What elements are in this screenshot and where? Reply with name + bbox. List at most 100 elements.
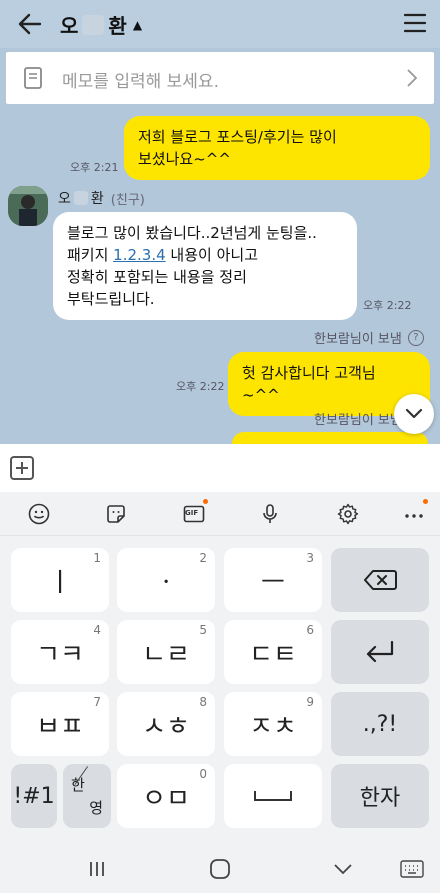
sticker-icon[interactable] (104, 502, 128, 526)
message-text: 내용이 아니고 (165, 246, 258, 264)
recent-apps-icon[interactable] (85, 857, 109, 881)
chat-header: 오 환 ▲ (0, 0, 440, 48)
message-line: 헛 감사합니다 고객님 ~^^ (242, 364, 376, 404)
back-arrow-icon[interactable] (16, 10, 44, 38)
message-time: 오후 2:22 (176, 380, 225, 393)
key-number: 0 (199, 767, 207, 781)
keyboard-switch-icon[interactable] (400, 857, 424, 881)
attach-plus-icon[interactable] (10, 456, 34, 480)
sent-by-text: 한보람님이 보냄 (314, 332, 402, 347)
message-line: 보셨나요~^^ (138, 150, 231, 168)
key-label: ㅡ (261, 567, 285, 598)
message-line: 정확히 포함되는 내용을 정리 (67, 268, 247, 286)
avatar-photo-icon (8, 186, 48, 226)
message-line: 부탁드립니다. (67, 290, 155, 308)
gif-label: GIF (185, 509, 199, 517)
menu-icon[interactable] (404, 12, 426, 34)
redacted-name-part (82, 14, 105, 35)
key-number: 9 (306, 695, 314, 709)
key-3[interactable]: ㅡ 3 (224, 548, 322, 612)
space-icon (254, 791, 292, 801)
key-label: .,?! (362, 711, 398, 737)
chat-title[interactable]: 오 환 ▲ (60, 10, 142, 39)
key-5[interactable]: ㄴㄹ 5 (117, 620, 215, 684)
contact-name-first: 오 (60, 14, 79, 38)
message-link[interactable]: 1.2.3.4 (113, 246, 165, 264)
sender-name-last: 환 (90, 191, 104, 207)
more-options-icon[interactable] (402, 499, 428, 526)
key-label: ㅅㅎ (142, 711, 190, 742)
key-number: 2 (199, 551, 207, 565)
memo-bar[interactable]: 메모를 입력해 보세요. (6, 52, 434, 104)
symbols-key[interactable]: !#1 (11, 764, 57, 828)
key-number: 7 (93, 695, 101, 709)
key-label: ㅇㅁ (142, 783, 190, 814)
expand-caret-icon: ▲ (132, 17, 143, 32)
outgoing-message-partial (232, 432, 428, 444)
backspace-key[interactable] (331, 548, 429, 612)
message-text: 패키지 (67, 246, 114, 264)
sender-name: 오 환 (친구) (58, 188, 145, 208)
key-9[interactable]: ㅈㅊ 9 (224, 692, 322, 756)
incoming-message[interactable]: 블로그 많이 봤습니다..2년넘게 눈팅을.. 패키지 1.2.3.4 내용이 … (53, 212, 357, 320)
outgoing-message-1[interactable]: 저희 블로그 포스팅/후기는 많이 보셨나요~^^ (124, 116, 430, 180)
key-1[interactable]: ㅣ 1 (11, 548, 109, 612)
help-icon[interactable]: ? (407, 329, 424, 346)
settings-gear-icon[interactable] (336, 502, 360, 526)
message-time: 오후 2:21 (70, 161, 119, 174)
space-key[interactable] (224, 764, 322, 828)
key-number: 5 (199, 623, 207, 637)
key-label-bottom: 영 (89, 799, 103, 817)
keyboard: GIF ㅣ 1 ㆍ 2 ㅡ 3 ㄱㅋ 4 ㄴㄹ 5 ㄷㅌ 6 ㅂㅍ 7 ㅅㅎ 8… (0, 492, 440, 893)
key-6[interactable]: ㄷㅌ 6 (224, 620, 322, 684)
scroll-to-bottom-button[interactable] (394, 394, 434, 434)
key-number: 8 (199, 695, 207, 709)
key-label: !#1 (13, 783, 55, 809)
chevron-down-icon (405, 408, 423, 419)
key-label: ㅈㅊ (249, 711, 297, 742)
message-line: 블로그 많이 봤습니다..2년넘게 눈팅을.. (67, 224, 317, 242)
system-nav-bar (0, 843, 440, 893)
message-line: 패키지 1.2.3.4 내용이 아니고 (67, 244, 343, 266)
key-label: ㅂㅍ (36, 711, 84, 742)
key-7[interactable]: ㅂㅍ 7 (11, 692, 109, 756)
key-number: 4 (93, 623, 101, 637)
new-badge-dot (203, 499, 208, 504)
sent-by-note: 한보람님이 보냄 (314, 409, 402, 428)
punctuation-key[interactable]: .,?! (331, 692, 429, 756)
message-input-bar[interactable] (0, 444, 440, 492)
key-4[interactable]: ㄱㅋ 4 (11, 620, 109, 684)
key-label: ㅣ (48, 567, 72, 598)
enter-key[interactable] (331, 620, 429, 684)
key-number: 6 (306, 623, 314, 637)
redacted-name-part (73, 191, 88, 205)
hanja-key[interactable]: 한자 (331, 764, 429, 828)
sent-by-text: 한보람님이 보냄 (314, 413, 402, 428)
language-toggle-key[interactable]: 한 영 (63, 764, 111, 828)
chevron-right-icon (407, 69, 418, 87)
key-number: 1 (93, 551, 101, 565)
key-label: ㄴㄹ (142, 639, 190, 670)
friend-tag: (친구) (110, 192, 145, 208)
key-2[interactable]: ㆍ 2 (117, 548, 215, 612)
key-label: 한자 (359, 786, 401, 811)
key-label: ㄱㅋ (36, 639, 84, 670)
key-number: 3 (306, 551, 314, 565)
key-0[interactable]: ㅇㅁ 0 (117, 764, 215, 828)
key-8[interactable]: ㅅㅎ 8 (117, 692, 215, 756)
microphone-icon[interactable] (258, 502, 282, 526)
enter-icon (366, 640, 394, 663)
sender-name-first: 오 (58, 191, 71, 207)
chat-area[interactable]: 저희 블로그 포스팅/후기는 많이 보셨나요~^^ 오후 2:21 오 환 (친… (0, 104, 440, 444)
sent-by-note: 한보람님이 보냄 ? (314, 328, 424, 347)
chevron-down-icon[interactable] (331, 857, 355, 881)
key-label: ㄷㅌ (249, 639, 297, 670)
avatar[interactable] (8, 186, 48, 226)
gif-icon[interactable]: GIF (182, 499, 208, 526)
memo-icon (24, 67, 42, 89)
emoji-icon[interactable] (27, 502, 51, 526)
key-label: ㆍ (154, 567, 178, 598)
contact-name-last: 환 (108, 14, 127, 38)
home-icon[interactable] (208, 857, 232, 881)
backspace-icon (364, 570, 397, 590)
